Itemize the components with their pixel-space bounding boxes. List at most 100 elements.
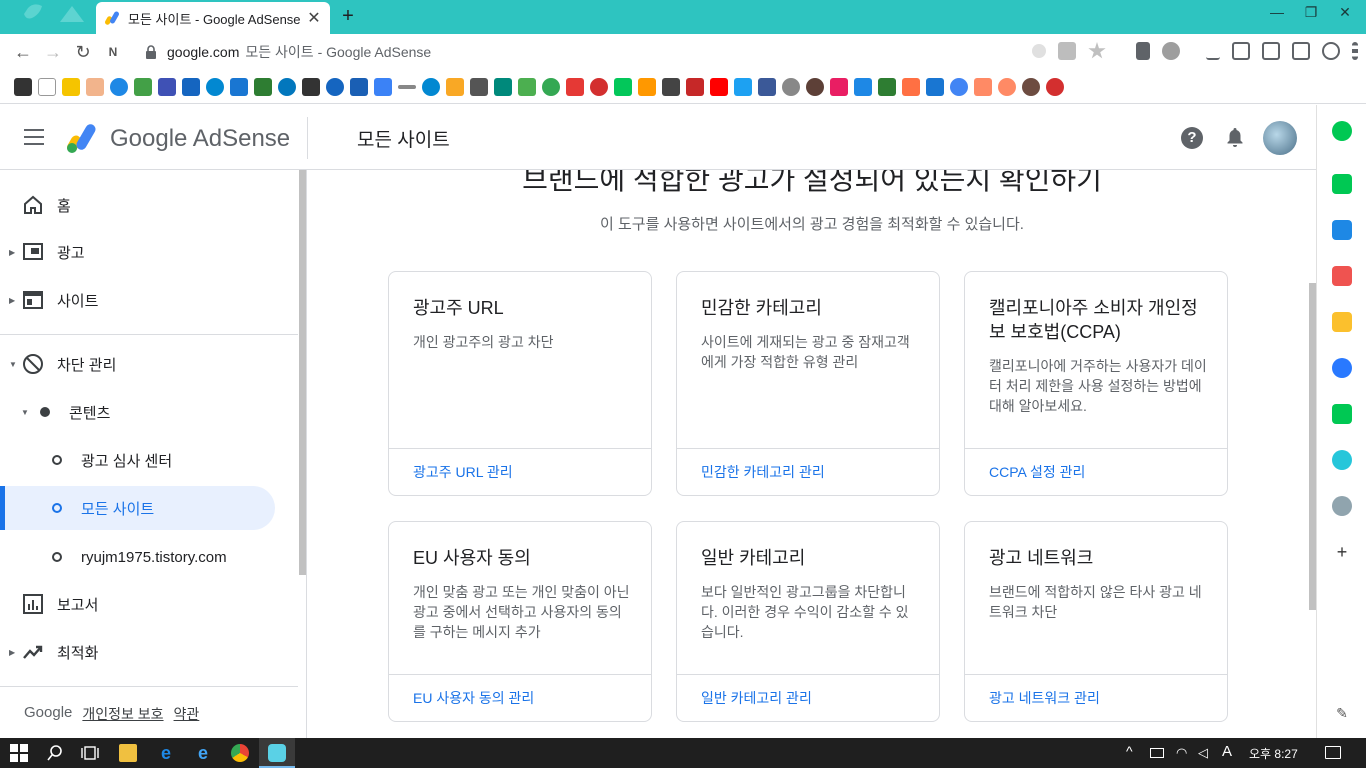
bookmark-icon[interactable] [926, 77, 944, 96]
help-icon[interactable]: ? [1181, 127, 1203, 149]
file-explorer-icon[interactable] [119, 744, 137, 762]
facebook-icon[interactable] [758, 77, 776, 96]
bookmark-icon[interactable] [422, 77, 440, 96]
sidebar-item-home[interactable]: 홈 [0, 183, 298, 227]
menu-kebab-icon[interactable] [1352, 42, 1358, 60]
bookmark-icon[interactable] [542, 77, 560, 96]
side-app-icon[interactable] [1332, 121, 1352, 141]
side-app-icon[interactable] [1332, 404, 1352, 424]
pin-icon[interactable]: ✎ [1332, 703, 1352, 723]
manage-sensitive-categories-link[interactable]: 민감한 카테고리 관리 [701, 462, 825, 482]
bookmark-star-icon[interactable] [1088, 42, 1106, 59]
bookmark-icon[interactable] [446, 77, 464, 96]
profile-icon[interactable] [1322, 42, 1340, 60]
play-icon[interactable] [1332, 450, 1352, 470]
manage-eu-consent-link[interactable]: EU 사용자 동의 관리 [413, 688, 534, 708]
bookmark-icon[interactable] [38, 77, 56, 96]
manage-general-categories-link[interactable]: 일반 카테고리 관리 [701, 688, 812, 708]
notifications-bell-icon[interactable] [1226, 127, 1244, 147]
manage-advertiser-url-link[interactable]: 광고주 URL 관리 [413, 462, 513, 482]
restore-icon[interactable]: ❐ [1296, 4, 1326, 21]
bookmark-icon[interactable] [134, 77, 152, 96]
sidebar-item-sites[interactable]: ▶ 사이트 [0, 278, 298, 322]
sidebar-item-ad-review-center[interactable]: 광고 심사 센터 [0, 438, 298, 482]
active-app-whale-browser[interactable] [259, 738, 295, 768]
bookmark-icon[interactable] [158, 77, 176, 96]
bookmark-icon[interactable] [686, 77, 704, 96]
side-app-icon[interactable] [1332, 358, 1352, 378]
bookmark-icon[interactable] [326, 77, 344, 96]
sidebar-item-blocking-controls[interactable]: ▼ 차단 관리 [0, 342, 298, 386]
reload-icon[interactable]: ↻ [68, 42, 98, 63]
expand-arrow-icon[interactable]: ▶ [9, 648, 15, 657]
sidebar-scrollbar[interactable] [299, 170, 306, 575]
chrome-icon[interactable] [231, 744, 249, 762]
bookmark-icon[interactable] [878, 77, 896, 96]
ime-indicator[interactable]: A [1222, 743, 1232, 760]
sidebar-item-reports[interactable]: 보고서 [0, 582, 298, 626]
bookmark-icon[interactable] [182, 77, 200, 96]
expand-arrow-icon[interactable]: ▶ [9, 296, 15, 305]
main-scrollbar[interactable] [1309, 283, 1316, 610]
key-icon[interactable] [1032, 44, 1046, 58]
bookmark-icon[interactable] [86, 77, 104, 96]
bookmark-icon[interactable] [518, 77, 536, 96]
bookmark-icon[interactable] [566, 77, 584, 96]
bookmark-icon[interactable] [494, 77, 512, 96]
add-panel-icon[interactable]: + [1332, 542, 1352, 562]
windows-start-icon[interactable] [10, 744, 28, 762]
search-icon[interactable] [46, 744, 64, 762]
sidebar-item-optimization[interactable]: ▶ 최적화 [0, 630, 298, 674]
bookmark-icon[interactable] [302, 77, 320, 96]
star-app-icon[interactable] [1332, 312, 1352, 332]
bookmark-icon[interactable] [806, 77, 824, 96]
side-app-icon[interactable] [1332, 174, 1352, 194]
tray-expand-icon[interactable]: ^ [1126, 743, 1133, 759]
apple-icon[interactable] [782, 77, 800, 96]
bookmark-icon[interactable] [1022, 77, 1040, 96]
bookmark-icon[interactable] [1046, 77, 1064, 96]
bookmark-icon[interactable] [470, 77, 488, 96]
sidebar-toggle-icon[interactable] [1292, 42, 1310, 60]
manage-ccpa-link[interactable]: CCPA 설정 관리 [989, 462, 1085, 482]
browser-tab-active[interactable]: 모든 사이트 - Google AdSense ✕ [96, 2, 330, 34]
youtube-icon[interactable] [710, 77, 728, 96]
sidebar-item-all-sites[interactable]: 모든 사이트 [0, 486, 275, 530]
back-icon[interactable]: ← [8, 42, 38, 63]
internet-explorer-icon[interactable]: e [194, 744, 212, 762]
collapse-arrow-icon[interactable]: ▼ [9, 360, 17, 369]
bookmark-icon[interactable] [14, 77, 32, 96]
manage-ad-networks-link[interactable]: 광고 네트워크 관리 [989, 688, 1100, 708]
battery-icon[interactable] [1150, 748, 1164, 758]
shield-icon[interactable] [1058, 42, 1076, 60]
minimize-icon[interactable]: — [1262, 4, 1292, 20]
window-close-icon[interactable]: ✕ [1330, 4, 1360, 21]
bookmark-icon[interactable] [110, 77, 128, 96]
extension-i-icon[interactable] [1136, 42, 1150, 60]
wifi-icon[interactable]: ◠ [1176, 745, 1187, 761]
bookmark-icon[interactable] [638, 77, 656, 96]
bookmark-icon[interactable] [278, 77, 296, 96]
bookmark-icon[interactable] [230, 77, 248, 96]
sidebar-item-ads[interactable]: ▶ 광고 [0, 230, 298, 274]
side-app-icon[interactable] [1332, 220, 1352, 240]
extension-n-icon[interactable]: N [98, 45, 128, 59]
bookmark-icon[interactable] [662, 77, 680, 96]
bookmark-icon[interactable] [374, 77, 392, 96]
download-icon[interactable] [1206, 42, 1220, 60]
tab-close-icon[interactable]: ✕ [306, 8, 322, 28]
volume-icon[interactable]: ◁ [1198, 745, 1208, 761]
pocket-icon[interactable] [1332, 266, 1352, 286]
twitter-icon[interactable] [734, 77, 752, 96]
task-view-icon[interactable] [81, 744, 99, 762]
bookmark-icon[interactable] [854, 77, 872, 96]
forward-icon[interactable]: → [38, 42, 68, 63]
bookmark-icon[interactable] [614, 77, 632, 96]
edge-icon[interactable]: e [157, 744, 175, 762]
bookmark-icon[interactable] [350, 77, 368, 96]
reader-icon[interactable] [1262, 42, 1280, 60]
bookmark-icon[interactable] [254, 77, 272, 96]
collapse-arrow-icon[interactable]: ▼ [21, 408, 29, 417]
terms-link[interactable]: 약관 [174, 704, 200, 724]
bookmark-icon[interactable] [830, 77, 848, 96]
